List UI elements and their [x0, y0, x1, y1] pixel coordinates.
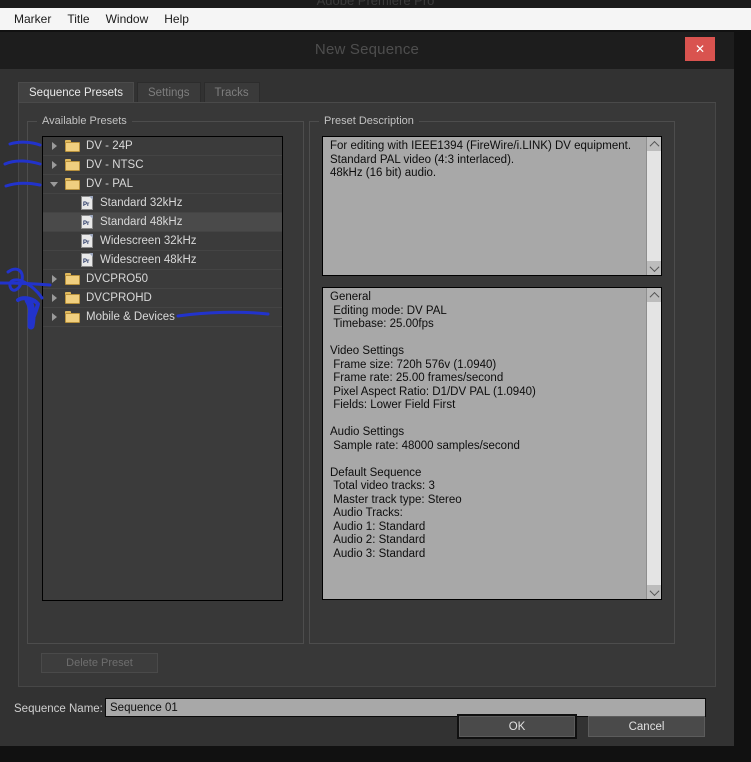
tree-row[interactable]: DV - NTSC: [43, 156, 282, 175]
close-icon[interactable]: ✕: [685, 37, 715, 61]
tree-item-label: DVCPROHD: [86, 292, 152, 304]
premiere-preset-file-icon: [81, 234, 93, 248]
tree-item-label: DV - 24P: [86, 140, 133, 152]
new-sequence-dialog: New Sequence ✕ Sequence Presets Settings…: [0, 32, 734, 746]
tree-row[interactable]: Standard 48kHz: [43, 213, 282, 232]
scrollbar-track[interactable]: [647, 151, 661, 261]
chevron-right-icon[interactable]: [47, 313, 61, 321]
chevron-right-icon[interactable]: [47, 275, 61, 283]
twisty-arrow: [51, 294, 57, 302]
menu-item-window[interactable]: Window: [98, 11, 157, 27]
premiere-preset-file-icon: [81, 215, 93, 229]
preset-details-box: General Editing mode: DV PAL Timebase: 2…: [322, 287, 662, 600]
ok-button[interactable]: OK: [457, 714, 577, 739]
preset-details-scrollbar[interactable]: [646, 288, 661, 599]
premiere-preset-file-icon: [81, 196, 93, 210]
tree-item-label: Widescreen 48kHz: [100, 254, 197, 266]
tab-tracks[interactable]: Tracks: [203, 82, 260, 102]
folder-icon: [65, 311, 80, 323]
twisty-arrow: [50, 181, 58, 187]
scroll-up-icon[interactable]: [647, 288, 661, 302]
twisty-arrow: [51, 275, 57, 283]
tree-item-label: Mobile & Devices: [86, 311, 175, 323]
application-title: Adobe Premiere Pro: [316, 0, 435, 8]
tree-item-label: Standard 48kHz: [100, 216, 183, 228]
chevron-right-icon[interactable]: [47, 142, 61, 150]
chevron-down-icon[interactable]: [47, 181, 61, 187]
scrollbar-track[interactable]: [647, 302, 661, 585]
sequence-name-input[interactable]: [105, 698, 706, 717]
tree-row[interactable]: DVCPRO50: [43, 270, 282, 289]
dialog-title: New Sequence: [314, 41, 420, 58]
tree-row[interactable]: Widescreen 32kHz: [43, 232, 282, 251]
preset-summary-text: For editing with IEEE1394 (FireWire/i.LI…: [330, 140, 632, 179]
cancel-button[interactable]: Cancel: [588, 716, 705, 737]
tree-row[interactable]: Widescreen 48kHz: [43, 251, 282, 270]
chevron-right-icon[interactable]: [47, 161, 61, 169]
preset-description-group: Preset Description For editing with IEEE…: [309, 115, 675, 644]
menu-item-marker[interactable]: Marker: [6, 11, 59, 27]
tree-item-label: DVCPRO50: [86, 273, 148, 285]
tree-row[interactable]: DV - PAL: [43, 175, 282, 194]
sequence-name-label: Sequence Name:: [14, 703, 103, 715]
menu-item-help[interactable]: Help: [156, 11, 197, 27]
tab-settings[interactable]: Settings: [136, 82, 201, 102]
tree-item-label: Standard 32kHz: [100, 197, 183, 209]
twisty-arrow: [51, 313, 57, 321]
folder-icon: [65, 140, 80, 152]
tree-item-label: Widescreen 32kHz: [100, 235, 197, 247]
preset-details-text: General Editing mode: DV PAL Timebase: 2…: [330, 291, 536, 560]
tree-row[interactable]: Mobile & Devices: [43, 308, 282, 327]
available-presets-group: Available Presets DV - 24P DV - NTSC DV - …: [27, 115, 304, 644]
preset-tree[interactable]: DV - 24P DV - NTSC DV - PAL Standard 32kHz S…: [42, 136, 283, 601]
tree-row[interactable]: DV - 24P: [43, 137, 282, 156]
delete-preset-button[interactable]: Delete Preset: [41, 653, 158, 673]
menu-item-title[interactable]: Title: [59, 11, 97, 27]
tab-bar: Sequence Presets Settings Tracks: [18, 82, 263, 102]
scroll-up-icon[interactable]: [647, 137, 661, 151]
preset-summary-box: For editing with IEEE1394 (FireWire/i.LI…: [322, 136, 662, 276]
twisty-arrow: [51, 142, 57, 150]
scroll-down-icon[interactable]: [647, 261, 661, 275]
folder-icon: [65, 292, 80, 304]
scroll-down-icon[interactable]: [647, 585, 661, 599]
available-presets-label: Available Presets: [37, 115, 132, 127]
tree-row[interactable]: Standard 32kHz: [43, 194, 282, 213]
tree-item-label: DV - PAL: [86, 178, 134, 190]
menu-bar: Marker Title Window Help: [0, 8, 751, 30]
twisty-arrow: [51, 161, 57, 169]
chevron-right-icon[interactable]: [47, 294, 61, 302]
tab-content-panel: Available Presets DV - 24P DV - NTSC DV - …: [18, 103, 716, 687]
tree-row[interactable]: DVCPROHD: [43, 289, 282, 308]
tab-sequence-presets[interactable]: Sequence Presets: [18, 82, 134, 102]
tree-item-label: DV - NTSC: [86, 159, 144, 171]
premiere-preset-file-icon: [81, 253, 93, 267]
application-title-strip: Adobe Premiere Pro: [0, 0, 751, 8]
dialog-title-bar: New Sequence ✕: [0, 32, 734, 69]
folder-icon: [65, 273, 80, 285]
folder-icon: [65, 159, 80, 171]
folder-icon: [65, 178, 80, 190]
preset-summary-scrollbar[interactable]: [646, 137, 661, 275]
preset-description-label: Preset Description: [319, 115, 419, 127]
